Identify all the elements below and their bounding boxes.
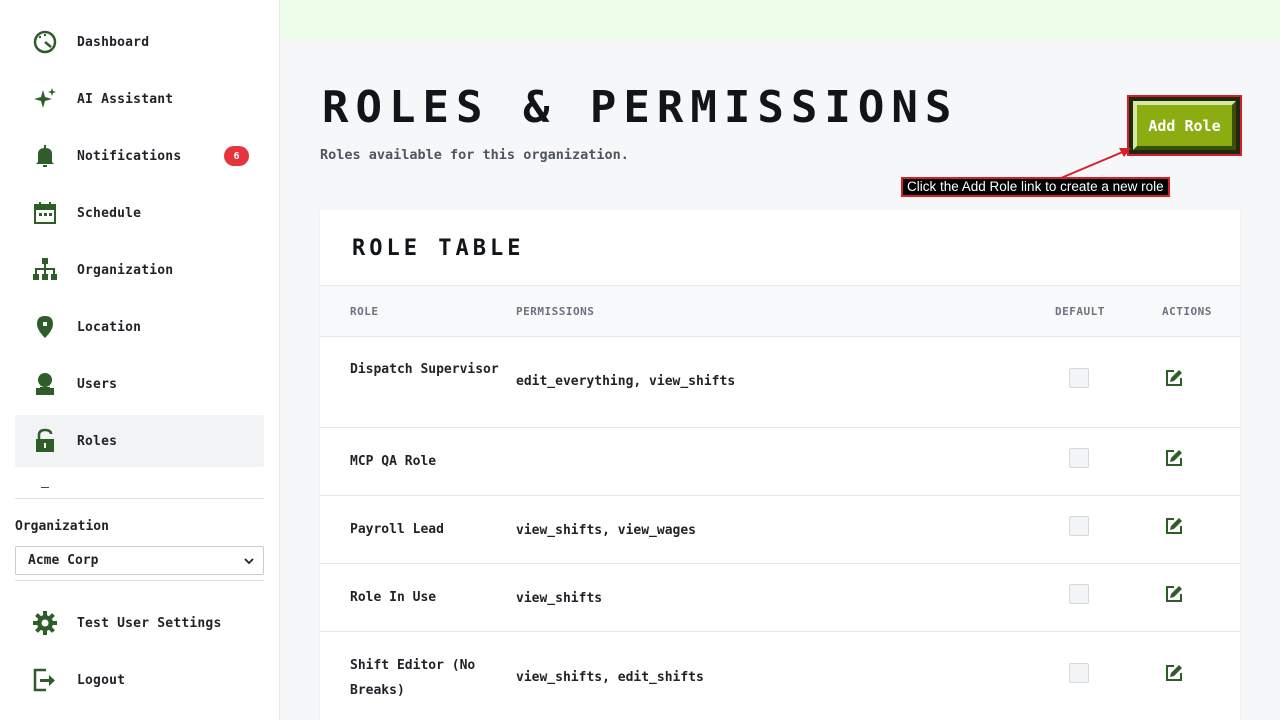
table-row: MCP QA Role — [320, 428, 1240, 496]
edit-icon[interactable] — [1165, 369, 1183, 387]
sidebar-item-test-user-settings[interactable]: Test User Settings — [15, 597, 264, 649]
sidebar-item-more[interactable] — [15, 472, 264, 488]
table-row: Dispatch Supervisor edit_everything, vie… — [320, 337, 1240, 428]
sidebar-item-label: Notifications — [77, 148, 182, 164]
sidebar-item-label: Location — [77, 319, 142, 335]
add-role-button[interactable]: Add Role — [1133, 101, 1236, 150]
role-name: Role In Use — [350, 590, 437, 605]
dashboard-icon — [31, 28, 59, 56]
sidebar: Dashboard AI Assistant Notifications 6 S… — [0, 0, 280, 720]
table-row: Shift Editor (No Breaks) view_shifts, ed… — [320, 632, 1240, 720]
default-checkbox[interactable] — [1069, 516, 1089, 536]
sidebar-item-label: Users — [77, 376, 118, 392]
sidebar-item-label: Test User Settings — [77, 615, 222, 631]
calendar-icon — [31, 199, 59, 227]
location-pin-icon — [31, 313, 59, 341]
default-checkbox[interactable] — [1069, 584, 1089, 604]
chevron-down-icon — [244, 558, 254, 565]
sparkle-icon — [31, 85, 59, 113]
logout-icon — [31, 666, 59, 694]
organization-select[interactable]: Acme Corp — [15, 546, 264, 575]
role-table-card: Role Table Role Permissions Default Acti… — [320, 210, 1240, 720]
notification-count-badge: 6 — [224, 146, 249, 166]
annotation-tooltip: Click the Add Role link to create a new … — [901, 177, 1170, 197]
sidebar-nav: Dashboard AI Assistant Notifications 6 S… — [15, 0, 264, 488]
column-header-role: Role — [350, 305, 379, 318]
page-title: Roles & Permissions — [322, 82, 959, 133]
sidebar-item-users[interactable]: Users — [15, 358, 264, 410]
role-permissions: view_shifts, view_wages — [516, 523, 697, 538]
default-checkbox[interactable] — [1069, 663, 1089, 683]
table-header: Role Permissions Default Actions — [320, 285, 1240, 337]
column-header-default: Default — [1055, 305, 1105, 318]
role-name: Dispatch Supervisor — [350, 362, 499, 377]
top-bar — [281, 0, 1280, 40]
edit-icon[interactable] — [1165, 585, 1183, 603]
table-row: Payroll Lead view_shifts, view_wages — [320, 496, 1240, 564]
edit-icon[interactable] — [1165, 517, 1183, 535]
gear-icon — [31, 609, 59, 637]
sidebar-item-logout[interactable]: Logout — [15, 654, 264, 706]
sidebar-divider — [15, 580, 264, 581]
sidebar-item-label: AI Assistant — [77, 91, 174, 107]
sidebar-item-schedule[interactable]: Schedule — [15, 187, 264, 239]
role-permissions: view_shifts, edit_shifts — [516, 670, 704, 685]
sidebar-item-roles[interactable]: Roles — [15, 415, 264, 467]
sidebar-item-notifications[interactable]: Notifications 6 — [15, 130, 264, 182]
role-permissions: view_shifts — [516, 591, 603, 606]
sidebar-item-dashboard[interactable]: Dashboard — [15, 16, 264, 68]
sidebar-item-label: Organization — [77, 262, 174, 278]
default-checkbox[interactable] — [1069, 448, 1089, 468]
sidebar-item-label: Dashboard — [77, 34, 150, 50]
edit-icon[interactable] — [1165, 449, 1183, 467]
organization-select-value: Acme Corp — [28, 553, 99, 568]
sidebar-item-ai-assistant[interactable]: AI Assistant — [15, 73, 264, 125]
sidebar-item-label: Logout — [77, 672, 126, 688]
organization-label: Organization — [15, 519, 109, 534]
role-name: Payroll Lead — [350, 522, 444, 537]
edit-icon[interactable] — [1165, 664, 1183, 682]
role-name: MCP QA Role — [350, 454, 437, 469]
bell-icon — [31, 142, 59, 170]
role-table-title: Role Table — [352, 236, 525, 261]
user-icon — [31, 370, 59, 398]
sidebar-item-label: Roles — [77, 433, 118, 449]
unlock-icon — [31, 427, 59, 455]
sidebar-divider — [15, 498, 264, 499]
role-name: Shift Editor (No Breaks) — [350, 658, 476, 698]
role-permissions: edit_everything, view_shifts — [516, 374, 736, 389]
column-header-permissions: Permissions — [516, 305, 595, 318]
sidebar-item-label: Schedule — [77, 205, 142, 221]
sidebar-item-organization[interactable]: Organization — [15, 244, 264, 296]
table-row: Role In Use view_shifts — [320, 564, 1240, 632]
default-checkbox[interactable] — [1069, 368, 1089, 388]
column-header-actions: Actions — [1162, 305, 1212, 318]
sidebar-item-location[interactable]: Location — [15, 301, 264, 353]
page-subtitle: Roles available for this organization. — [320, 147, 629, 163]
briefcase-icon — [31, 484, 59, 488]
org-chart-icon — [31, 256, 59, 284]
